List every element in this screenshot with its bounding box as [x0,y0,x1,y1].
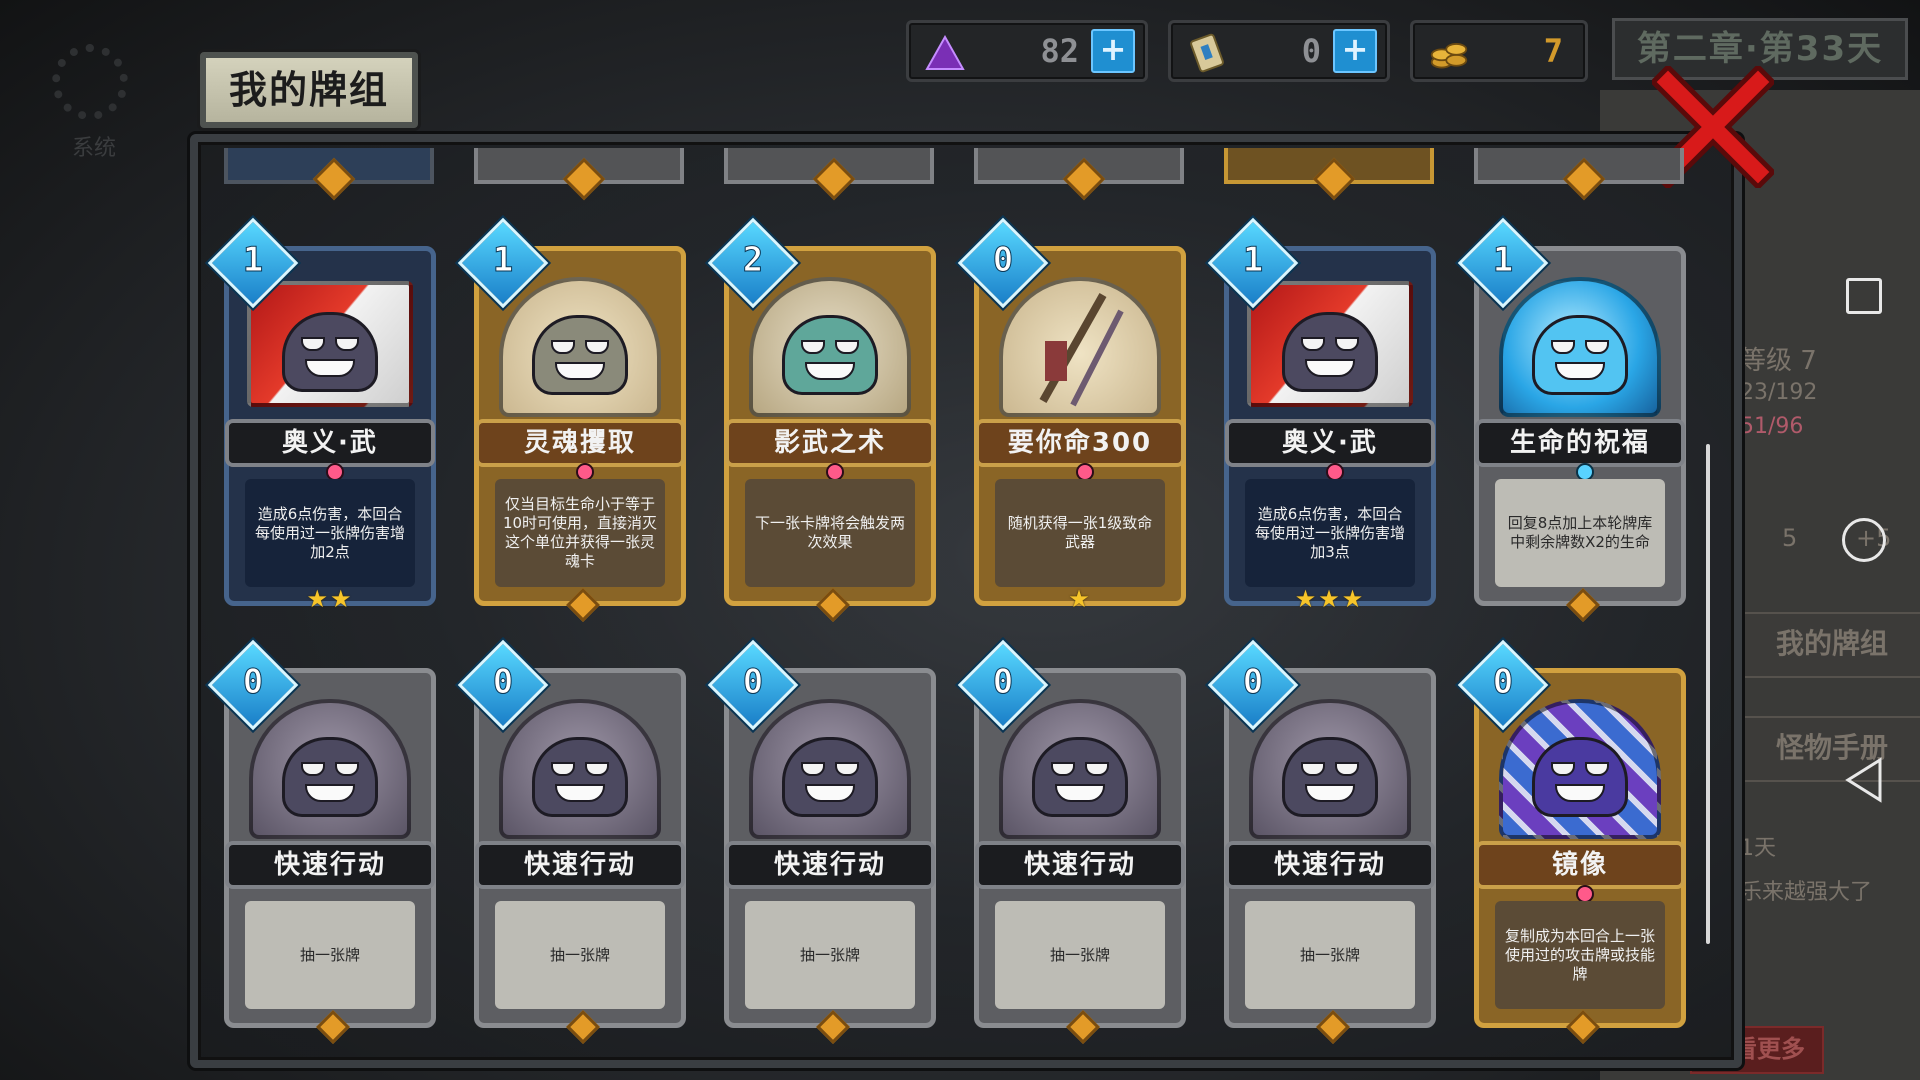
card-cost: 2 [742,239,764,280]
card-description: 造成6点伤害，本回合每使用过一张牌伤害增加3点 [1245,479,1415,587]
card-cost: 1 [1492,239,1514,280]
card-ougi-wu-2[interactable]: 奥义·武 造成6点伤害，本回合每使用过一张牌伤害增加3点 ★★★ 1 [1207,217,1436,613]
card-art [999,277,1161,417]
back-icon[interactable] [1844,756,1884,808]
star-rating: ★★ [306,585,354,613]
partial-card-2[interactable] [474,148,684,201]
partial-card-1[interactable] [224,148,434,201]
card-deadly-300[interactable]: 要你命300 随机获得一张1级致命武器 ★ 0 [957,217,1186,613]
partial-card-6[interactable] [1474,148,1684,201]
card-description: 复制成为本回合上一张使用过的攻击牌或技能牌 [1495,901,1665,1009]
card-cost: 1 [492,239,514,280]
purple-gem-value: 82 [1040,32,1079,70]
add-purple-gem-button[interactable]: + [1091,29,1135,73]
partial-card-5[interactable] [1224,148,1434,201]
card-description: 抽一张牌 [495,901,665,1009]
card-ougi-wu-1[interactable]: 奥义·武 造成6点伤害，本回合每使用过一张牌伤害增加2点 ★★ 1 [207,217,436,613]
card-art [1249,699,1411,839]
card-name: 奥义·武 [225,419,435,467]
card-cost: 0 [742,661,764,702]
monster-manual-button[interactable]: 怪物手册 [1740,716,1920,782]
partial-card-3[interactable] [724,148,934,201]
card-life-blessing[interactable]: 生命的祝福 回复8点加上本轮牌库中剩余牌数X2的生命 1 [1457,217,1686,622]
scroll-icon [1187,33,1227,73]
card-art [749,699,911,839]
card-name: 要你命300 [975,419,1185,467]
card-description: 抽一张牌 [245,901,415,1009]
card-name: 镜像 [1475,841,1685,889]
card-art [499,277,661,417]
card-name: 快速行动 [1225,841,1435,889]
card-cost: 0 [992,661,1014,702]
card-quick-action-4[interactable]: 快速行动 抽一张牌 0 [957,639,1186,1044]
hp-text: 51/96 [1740,414,1804,439]
gold-counter: 7 [1410,20,1588,82]
my-deck-side-button[interactable]: 我的牌组 [1740,612,1920,678]
card-art [499,699,661,839]
card-cost: 0 [492,661,514,702]
card-description: 随机获得一张1级致命武器 [995,479,1165,587]
add-scroll-button[interactable]: + [1333,29,1377,73]
star-rating: ★ [1068,585,1092,613]
level-text: 等级 7 [1740,346,1817,376]
day-text: 1天 [1740,836,1776,861]
card-art [749,277,911,417]
card-art [247,281,413,407]
card-cost: 1 [242,239,264,280]
card-description: 下一张卡牌将会触发两次效果 [745,479,915,587]
card-name: 奥义·武 [1225,419,1435,467]
card-mirror[interactable]: 镜像 复制成为本回合上一张使用过的攻击牌或技能牌 0 [1457,639,1686,1044]
card-description: 造成6点伤害，本回合每使用过一张牌伤害增加2点 [245,479,415,587]
card-quick-action-3[interactable]: 快速行动 抽一张牌 0 [707,639,936,1044]
card-name: 快速行动 [475,841,685,889]
card-cost: 0 [1242,661,1264,702]
card-description: 回复8点加上本轮牌库中剩余牌数X2的生命 [1495,479,1665,587]
card-art [1499,699,1661,839]
exp-text: 23/192 [1740,380,1818,405]
recent-apps-icon[interactable] [1846,278,1882,314]
dialog-title: 我的牌组 [200,52,418,128]
scrollbar[interactable] [1706,444,1710,944]
home-icon[interactable] [1842,518,1886,562]
card-name: 快速行动 [975,841,1185,889]
card-cost: 0 [1492,661,1514,702]
card-art [249,699,411,839]
partial-card-4[interactable] [974,148,1184,201]
card-art [1247,281,1413,407]
star-rating: ★★★ [1294,585,1366,613]
card-name: 生命的祝福 [1475,419,1685,467]
card-soul-grab[interactable]: 灵魂攫取 仅当目标生命小于等于10时可使用，直接消灭这个单位并获得一张灵魂卡 1 [457,217,686,622]
card-cost: 0 [242,661,264,702]
gear-icon[interactable] [52,44,128,120]
scroll-value: 0 [1301,32,1321,70]
gold-coins-icon [1429,33,1469,73]
card-description: 抽一张牌 [745,901,915,1009]
card-name: 影武之术 [725,419,935,467]
card-art [999,699,1161,839]
card-name: 快速行动 [725,841,935,889]
card-name: 快速行动 [225,841,435,889]
card-quick-action-2[interactable]: 快速行动 抽一张牌 0 [457,639,686,1044]
card-cost: 0 [992,239,1014,280]
card-art [1499,277,1661,417]
card-shadow-art[interactable]: 影武之术 下一张卡牌将会触发两次效果 2 [707,217,936,622]
purple-gem-icon [925,33,965,73]
scroll-counter: 0 + [1168,20,1390,82]
card-quick-action-5[interactable]: 快速行动 抽一张牌 0 [1207,639,1436,1044]
system-label[interactable]: 系统 [72,130,116,162]
purple-gem-counter: 82 + [906,20,1148,82]
card-description: 抽一张牌 [995,901,1165,1009]
card-quick-action-1[interactable]: 快速行动 抽一张牌 0 [207,639,436,1044]
card-description: 仅当目标生命小于等于10时可使用，直接消灭这个单位并获得一张灵魂卡 [495,479,665,587]
note-text: 乐来越强大了 [1740,880,1873,905]
card-cost: 1 [1242,239,1264,280]
gold-value: 7 [1543,32,1563,70]
card-name: 灵魂攫取 [475,419,685,467]
card-description: 抽一张牌 [1245,901,1415,1009]
count-text-2: 5 [1782,524,1798,552]
